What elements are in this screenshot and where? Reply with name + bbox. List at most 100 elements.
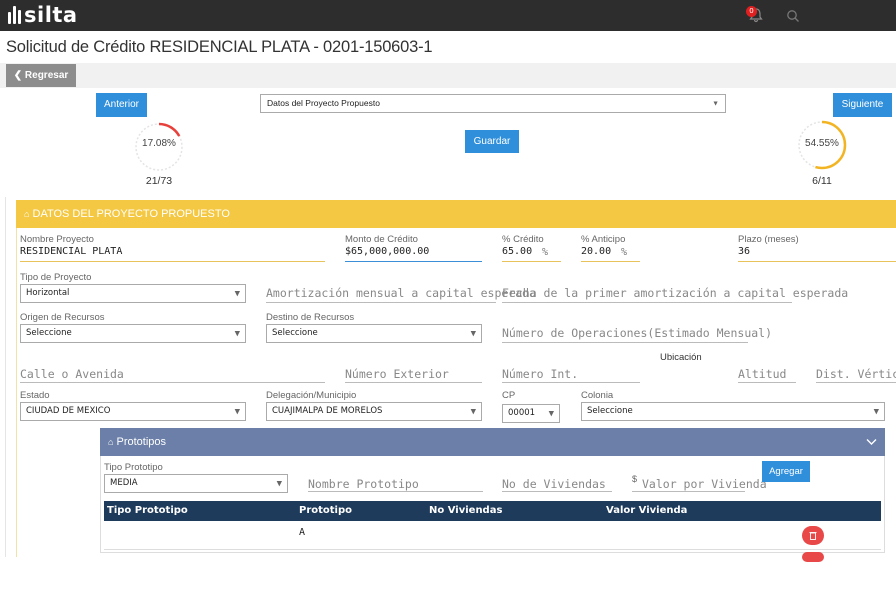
- pct-anticipo-unit: %: [621, 247, 628, 258]
- nombre-proyecto-label: Nombre Proyecto: [20, 234, 94, 245]
- nombre-prototipo-input[interactable]: Nombre Prototipo: [308, 477, 419, 491]
- column-header[interactable]: No Viviendas: [429, 501, 502, 521]
- num-operaciones-input[interactable]: Número de Operaciones(Estimado Mensual): [502, 326, 772, 340]
- next-button[interactable]: Siguiente: [833, 93, 892, 117]
- caret-down-icon: ▼: [873, 407, 879, 415]
- cp-label: CP: [502, 390, 516, 401]
- prototipos-title: Prototipos: [116, 436, 167, 448]
- monto-credito-underline: [345, 261, 482, 262]
- tipo-prototipo-select[interactable]: MEDIA ▼: [104, 474, 288, 493]
- num-exterior-underline: [345, 382, 482, 383]
- delete-row-button[interactable]: [802, 552, 824, 562]
- column-header[interactable]: Prototipo: [299, 501, 352, 521]
- caret-down-icon: ▼: [470, 407, 476, 415]
- pct-anticipo-field[interactable]: 20.00: [581, 246, 611, 257]
- tipo-prototipo-value: MEDIA: [110, 478, 138, 488]
- colonia-select[interactable]: Seleccione ▼: [581, 402, 885, 421]
- caret-down-icon: ▼: [712, 100, 719, 107]
- pct-credito-field[interactable]: 65.00: [502, 246, 532, 257]
- valor-vivienda-input[interactable]: Valor por Vivienda: [642, 477, 767, 491]
- save-button[interactable]: Guardar: [465, 130, 519, 153]
- caret-down-icon: ▼: [234, 329, 240, 337]
- fecha-amortizacion-input[interactable]: Fecha de la primer amortización a capita…: [502, 286, 848, 300]
- estado-value: CIUDAD DE MEXICO: [26, 406, 111, 416]
- progress-percent-right: 54.55%: [805, 138, 839, 149]
- destino-recursos-select[interactable]: Seleccione ▼: [266, 324, 482, 343]
- caret-down-icon: ▼: [234, 289, 240, 297]
- section-header: ⌂ DATOS DEL PROYECTO PROPUESTO: [16, 200, 896, 228]
- pct-anticipo-underline: [581, 261, 640, 262]
- page-title: Solicitud de Crédito RESIDENCIAL PLATA -…: [6, 38, 433, 56]
- add-prototipo-button[interactable]: Agregar: [762, 461, 810, 482]
- logo-mark-icon: [8, 6, 21, 24]
- silta-logo[interactable]: silta: [8, 3, 78, 27]
- delete-row-button[interactable]: [802, 526, 824, 545]
- nombre-prototipo-underline: [308, 491, 483, 492]
- previous-button[interactable]: Anterior: [96, 93, 147, 117]
- caret-down-icon: ▼: [234, 407, 240, 415]
- origen-recursos-select[interactable]: Seleccione ▼: [20, 324, 246, 343]
- trash-icon: [809, 532, 817, 540]
- num-exterior-input[interactable]: Número Exterior: [345, 367, 449, 381]
- destino-recursos-value: Seleccione: [272, 328, 318, 338]
- currency-prefix: $: [632, 474, 638, 484]
- num-int-underline: [502, 382, 640, 383]
- monto-credito-field[interactable]: $65,000,000.00: [345, 246, 429, 257]
- colonia-label: Colonia: [581, 390, 614, 401]
- chevron-down-icon[interactable]: [866, 438, 877, 446]
- row-prototipo: A: [299, 527, 306, 538]
- dist-vertice-input[interactable]: Dist. Vértice +: [816, 367, 896, 381]
- plazo-underline: [738, 261, 896, 262]
- caret-down-icon: ▼: [470, 329, 476, 337]
- cp-value: 00001: [508, 408, 536, 418]
- altitud-input[interactable]: Altitud: [738, 367, 786, 381]
- tipo-prototipo-label: Tipo Prototipo: [104, 462, 163, 473]
- pct-credito-underline: [502, 261, 561, 262]
- back-button[interactable]: ❮ Regresar: [6, 64, 76, 87]
- plazo-label: Plazo (meses): [738, 234, 799, 245]
- back-strip: [0, 63, 896, 88]
- nombre-proyecto-underline: [20, 261, 325, 262]
- tipo-proyecto-label: Tipo de Proyecto: [20, 272, 92, 283]
- home-icon: ⌂: [24, 209, 30, 219]
- valor-vivienda-underline: [632, 491, 745, 492]
- destino-recursos-label: Destino de Recursos: [266, 312, 355, 323]
- fecha-amortizacion-underline: [502, 302, 792, 303]
- cp-select[interactable]: 00001 ▼: [502, 404, 560, 423]
- notification-badge: 0: [746, 6, 757, 17]
- home-icon: ⌂: [108, 437, 114, 447]
- prototipos-header[interactable]: ⌂ Prototipos: [100, 428, 885, 456]
- origen-recursos-value: Seleccione: [26, 328, 72, 338]
- num-operaciones-underline: [502, 342, 748, 343]
- top-navbar: silta 0: [0, 0, 896, 31]
- section-select[interactable]: Datos del Proyecto Propuesto ▼: [260, 94, 726, 113]
- delegacion-value: CUAJIMALPA DE MORELOS: [272, 406, 383, 416]
- tipo-proyecto-value: Horizontal: [26, 288, 70, 298]
- viviendas-underline: [502, 491, 612, 492]
- amortizacion-input[interactable]: Amortización mensual a capital esperada: [266, 286, 536, 300]
- origen-recursos-label: Origen de Recursos: [20, 312, 105, 323]
- estado-select[interactable]: CIUDAD DE MEXICO ▼: [20, 402, 246, 421]
- ubicacion-title: Ubicación: [660, 352, 702, 363]
- pct-credito-label: % Crédito: [502, 234, 544, 245]
- delegacion-select[interactable]: CUAJIMALPA DE MORELOS ▼: [266, 402, 482, 421]
- table-row: A: [104, 522, 881, 550]
- calle-underline: [20, 382, 325, 383]
- column-header[interactable]: Tipo Prototipo: [107, 501, 188, 521]
- nombre-proyecto-field[interactable]: RESIDENCIAL PLATA: [20, 246, 122, 257]
- logo-text: silta: [24, 3, 78, 27]
- column-header[interactable]: Valor Vivienda: [606, 501, 687, 521]
- viviendas-input[interactable]: No de Viviendas: [502, 477, 606, 491]
- search-icon[interactable]: [786, 9, 800, 23]
- tipo-proyecto-select[interactable]: Horizontal ▼: [20, 284, 246, 303]
- altitud-underline: [738, 382, 796, 383]
- caret-down-icon: ▼: [276, 479, 282, 487]
- plazo-field[interactable]: 36: [738, 246, 750, 257]
- caret-down-icon: ▼: [548, 409, 554, 417]
- pct-anticipo-label: % Anticipo: [581, 234, 626, 245]
- calle-input[interactable]: Calle o Avenida: [20, 367, 124, 381]
- dist-vertice-underline: [816, 382, 896, 383]
- monto-credito-label: Monto de Crédito: [345, 234, 418, 245]
- chevron-left-icon: ❮: [13, 70, 23, 81]
- num-int-input[interactable]: Número Int.: [502, 367, 578, 381]
